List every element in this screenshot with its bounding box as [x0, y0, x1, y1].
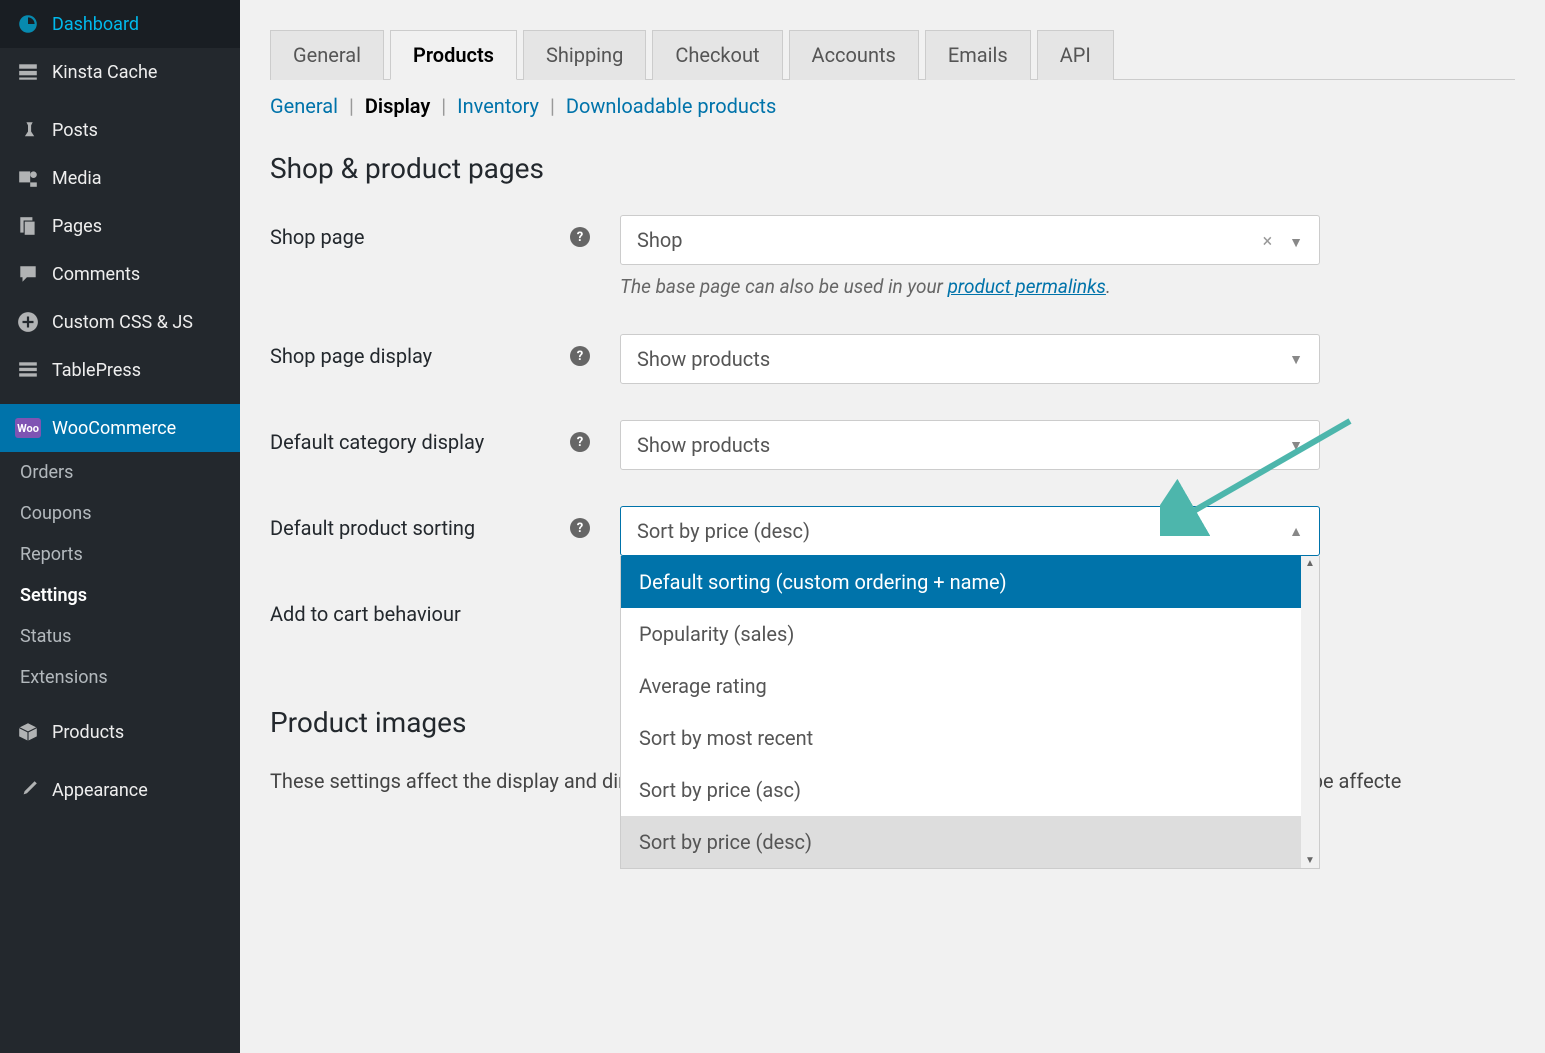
appearance-icon [16, 778, 40, 802]
products-subtabs: General | Display | Inventory | Download… [270, 80, 1515, 132]
chevron-up-icon: ▲ [1289, 523, 1303, 540]
sidebar-item-appearance[interactable]: Appearance [0, 766, 240, 814]
plus-circle-icon [16, 310, 40, 334]
sidebar-item-kinsta-cache[interactable]: Kinsta Cache [0, 48, 240, 96]
section-title-shop-pages: Shop & product pages [270, 152, 1515, 185]
label-shop-page-display: Shop page display [270, 344, 432, 368]
sidebar-label: WooCommerce [52, 418, 176, 439]
submenu-coupons[interactable]: Coupons [0, 493, 240, 534]
tab-checkout[interactable]: Checkout [652, 30, 782, 80]
sidebar-label: Dashboard [52, 14, 139, 35]
row-shop-page: Shop page ? Shop × ▼ The base page can a… [270, 215, 1515, 298]
tab-general[interactable]: General [270, 30, 384, 80]
tab-accounts[interactable]: Accounts [789, 30, 919, 80]
submenu-settings[interactable]: Settings [0, 575, 240, 616]
kinsta-icon [16, 60, 40, 84]
settings-tabs: General Products Shipping Checkout Accou… [270, 30, 1515, 80]
chevron-down-icon: ▼ [1289, 437, 1303, 454]
label-default-product-sorting: Default product sorting [270, 516, 475, 540]
dropdown-scrollbar[interactable]: ▲ ▼ [1301, 556, 1319, 868]
field-help-text: The base page can also be used in your p… [620, 275, 1320, 298]
label-default-category-display: Default category display [270, 430, 484, 454]
row-default-category-display: Default category display ? Show products… [270, 420, 1515, 470]
sidebar-label: Products [52, 722, 124, 743]
select-default-product-sorting[interactable]: Sort by price (desc) ▲ [620, 506, 1320, 556]
comments-icon [16, 262, 40, 286]
media-icon [16, 166, 40, 190]
select-shop-page-display[interactable]: Show products ▼ [620, 334, 1320, 384]
chevron-down-icon: ▼ [1289, 351, 1303, 368]
select-value: Sort by price (desc) [637, 519, 810, 543]
sidebar-item-tablepress[interactable]: TablePress [0, 346, 240, 394]
woo-icon: Woo [16, 416, 40, 440]
sidebar-item-pages[interactable]: Pages [0, 202, 240, 250]
option-price-asc[interactable]: Sort by price (asc) [621, 764, 1301, 816]
help-icon[interactable]: ? [570, 227, 590, 247]
select-value: Show products [637, 433, 770, 457]
sidebar-label: Posts [52, 120, 98, 141]
label-add-to-cart: Add to cart behaviour [270, 602, 461, 626]
pin-icon [16, 118, 40, 142]
pages-icon [16, 214, 40, 238]
sidebar-item-dashboard[interactable]: Dashboard [0, 0, 240, 48]
subtab-downloadable[interactable]: Downloadable products [566, 94, 776, 118]
tab-shipping[interactable]: Shipping [523, 30, 646, 80]
option-price-desc[interactable]: Sort by price (desc) [621, 816, 1301, 868]
sidebar-item-woocommerce[interactable]: Woo WooCommerce [0, 404, 240, 452]
option-popularity[interactable]: Popularity (sales) [621, 608, 1301, 660]
tab-emails[interactable]: Emails [925, 30, 1031, 80]
sidebar-label: Pages [52, 216, 102, 237]
subtab-inventory[interactable]: Inventory [457, 94, 539, 118]
tab-products[interactable]: Products [390, 30, 517, 80]
submenu-orders[interactable]: Orders [0, 452, 240, 493]
sidebar-item-comments[interactable]: Comments [0, 250, 240, 298]
select-value: Shop [637, 228, 683, 252]
table-icon [16, 358, 40, 382]
sidebar-label: TablePress [52, 360, 141, 381]
main-content: General Products Shipping Checkout Accou… [240, 0, 1545, 1053]
submenu-reports[interactable]: Reports [0, 534, 240, 575]
sorting-dropdown: Default sorting (custom ordering + name)… [620, 556, 1320, 869]
row-shop-page-display: Shop page display ? Show products ▼ [270, 334, 1515, 384]
scroll-down-icon[interactable]: ▼ [1305, 855, 1315, 866]
submenu-status[interactable]: Status [0, 616, 240, 657]
chevron-down-icon: ▼ [1289, 235, 1303, 251]
sidebar-label: Appearance [52, 780, 148, 801]
subtab-display[interactable]: Display [365, 94, 430, 118]
sidebar-item-products[interactable]: Products [0, 708, 240, 756]
option-default-sorting[interactable]: Default sorting (custom ordering + name) [621, 556, 1301, 608]
sidebar-label: Media [52, 168, 102, 189]
sidebar-label: Kinsta Cache [52, 62, 157, 83]
help-icon[interactable]: ? [570, 346, 590, 366]
sidebar-item-posts[interactable]: Posts [0, 106, 240, 154]
permalinks-link[interactable]: product permalinks [948, 275, 1106, 298]
select-default-category-display[interactable]: Show products ▼ [620, 420, 1320, 470]
subtab-general[interactable]: General [270, 94, 338, 118]
option-most-recent[interactable]: Sort by most recent [621, 712, 1301, 764]
select-value: Show products [637, 347, 770, 371]
sidebar-label: Comments [52, 264, 140, 285]
submenu-extensions[interactable]: Extensions [0, 657, 240, 698]
sidebar-label: Custom CSS & JS [52, 312, 193, 333]
products-icon [16, 720, 40, 744]
help-icon[interactable]: ? [570, 432, 590, 452]
admin-sidebar: Dashboard Kinsta Cache Posts Media Pages… [0, 0, 240, 1053]
sidebar-item-media[interactable]: Media [0, 154, 240, 202]
help-icon[interactable]: ? [570, 518, 590, 538]
clear-icon[interactable]: × [1263, 231, 1273, 252]
option-average-rating[interactable]: Average rating [621, 660, 1301, 712]
scroll-up-icon[interactable]: ▲ [1305, 558, 1315, 569]
dashboard-icon [16, 12, 40, 36]
sidebar-item-custom-css-js[interactable]: Custom CSS & JS [0, 298, 240, 346]
row-default-product-sorting: Default product sorting ? Sort by price … [270, 506, 1515, 556]
select-shop-page[interactable]: Shop × ▼ [620, 215, 1320, 265]
tab-api[interactable]: API [1037, 30, 1114, 80]
label-shop-page: Shop page [270, 225, 364, 249]
